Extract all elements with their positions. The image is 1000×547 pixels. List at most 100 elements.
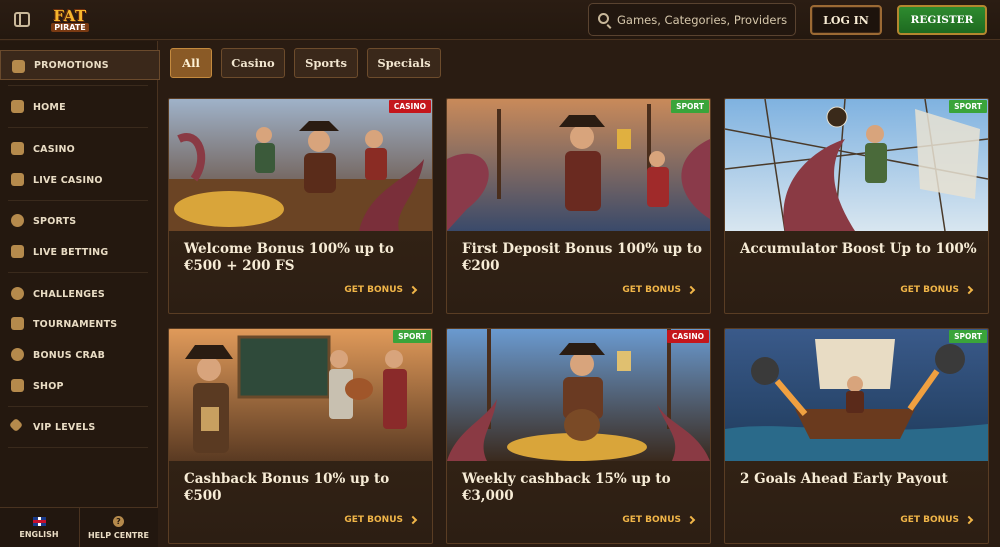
chevron-right-icon [408, 285, 418, 295]
get-bonus-link[interactable]: GET BONUS [900, 283, 974, 297]
promo-title: Cashback Bonus 10% up to €500 [184, 471, 390, 504]
live-card-icon [11, 173, 24, 186]
get-bonus-link[interactable]: GET BONUS [344, 283, 418, 297]
promo-title: First Deposit Bonus 100% up to €200 [462, 241, 703, 274]
get-bonus-label: GET BONUS [622, 515, 681, 525]
chevron-right-icon [686, 285, 696, 295]
sidebar-item-promotions[interactable]: PROMOTIONS [0, 50, 160, 80]
help-centre-label: HELP CENTRE [87, 531, 150, 540]
category-badge: SPORT [949, 100, 987, 113]
sidebar-item-label: PROMOTIONS [34, 59, 109, 71]
login-button[interactable]: LOG IN [810, 5, 882, 35]
register-button[interactable]: REGISTER [897, 5, 987, 35]
uk-flag-icon [32, 517, 46, 526]
promo-title: Accumulator Boost Up to 100% [740, 241, 977, 257]
slot-machine-icon [11, 142, 24, 155]
sidebar-item-challenges[interactable]: CHALLENGES [0, 279, 158, 309]
sidebar-item-label: VIP LEVELS [33, 421, 96, 433]
logo-text-bottom: PIRATE [51, 22, 89, 32]
help-icon: ? [113, 516, 124, 527]
promo-card[interactable]: CASINO Weekly cashback 15% up to €3,000 … [446, 328, 711, 544]
sidebar-item-label: LIVE BETTING [33, 246, 109, 258]
sidebar: PROMOTIONS HOME CASINO LIVE CASINO SPORT… [0, 41, 160, 547]
sidebar-divider [8, 200, 148, 201]
sidebar-item-shop[interactable]: SHOP [0, 371, 158, 401]
filter-specials[interactable]: Specials [367, 48, 441, 78]
search-input[interactable] [617, 10, 792, 30]
category-badge: SPORT [393, 330, 431, 343]
promo-image-first-deposit [447, 99, 710, 231]
promo-card[interactable]: SPORT First Deposit Bonus 100% up to €20… [446, 98, 711, 314]
promo-image-accumulator [725, 99, 988, 231]
help-centre-button[interactable]: ? HELP CENTRE [79, 508, 157, 547]
promo-image-welcome [169, 99, 432, 231]
sidebar-toggle-icon[interactable] [14, 12, 30, 27]
gift-icon [12, 60, 25, 73]
live-betting-icon [11, 245, 24, 258]
get-bonus-label: GET BONUS [900, 515, 959, 525]
sidebar-item-label: HOME [33, 101, 66, 113]
category-badge: SPORT [949, 330, 987, 343]
medal-icon [11, 287, 24, 300]
sidebar-divider [8, 406, 148, 407]
home-icon [11, 100, 24, 113]
category-badge: CASINO [388, 100, 431, 113]
trophy-icon [11, 317, 24, 330]
sidebar-item-vip-levels[interactable]: VIP LEVELS [0, 412, 158, 442]
filter-casino[interactable]: Casino [221, 48, 285, 78]
soccer-ball-icon [11, 214, 24, 227]
sidebar-divider [8, 272, 148, 273]
sidebar-divider [8, 85, 148, 86]
top-bar: FAT PIRATE LOG IN REGISTER [0, 0, 1000, 40]
language-label: ENGLISH [19, 530, 59, 539]
promo-card[interactable]: SPORT Cashback Bonus 10% up to €500 GET … [168, 328, 433, 544]
promo-title: Weekly cashback 15% up to €3,000 [462, 471, 671, 504]
filter-sports[interactable]: Sports [294, 48, 358, 78]
chevron-right-icon [964, 285, 974, 295]
promo-title: Welcome Bonus 100% up to €500 + 200 FS [184, 241, 394, 274]
chevron-right-icon [686, 515, 696, 525]
sidebar-item-label: CHALLENGES [33, 288, 105, 300]
site-logo[interactable]: FAT PIRATE [40, 6, 100, 34]
promo-card[interactable]: SPORT Accumulator Boost Up to 100% GET B… [724, 98, 989, 314]
promo-image-weekly-cashback [447, 329, 710, 461]
sidebar-item-label: SPORTS [33, 215, 77, 227]
chevron-right-icon [408, 515, 418, 525]
sidebar-item-live-betting[interactable]: LIVE BETTING [0, 237, 158, 267]
chevron-right-icon [964, 515, 974, 525]
diamond-icon [8, 417, 24, 433]
shop-bag-icon [11, 379, 24, 392]
sidebar-item-label: LIVE CASINO [33, 174, 103, 186]
promo-card[interactable]: SPORT 2 Goals Ahead Early Payout GET BON… [724, 328, 989, 544]
crab-icon [11, 348, 24, 361]
sidebar-item-home[interactable]: HOME [0, 92, 158, 122]
sidebar-footer: ENGLISH ? HELP CENTRE [0, 507, 158, 547]
sidebar-item-label: TOURNAMENTS [33, 318, 118, 330]
promo-image-cashback [169, 329, 432, 461]
get-bonus-label: GET BONUS [900, 285, 959, 295]
sidebar-item-label: SHOP [33, 380, 64, 392]
get-bonus-link[interactable]: GET BONUS [900, 513, 974, 527]
get-bonus-link[interactable]: GET BONUS [622, 513, 696, 527]
sidebar-item-casino[interactable]: CASINO [0, 134, 158, 164]
get-bonus-link[interactable]: GET BONUS [622, 283, 696, 297]
sidebar-item-sports[interactable]: SPORTS [0, 206, 158, 236]
promo-card[interactable]: CASINO Welcome Bonus 100% up to €500 + 2… [168, 98, 433, 314]
filter-all[interactable]: All [170, 48, 212, 78]
search-box[interactable] [588, 3, 796, 36]
sidebar-item-live-casino[interactable]: LIVE CASINO [0, 165, 158, 195]
get-bonus-label: GET BONUS [622, 285, 681, 295]
category-badge: SPORT [671, 100, 709, 113]
promo-image-goals-ahead [725, 329, 988, 461]
get-bonus-link[interactable]: GET BONUS [344, 513, 418, 527]
sidebar-item-label: BONUS CRAB [33, 349, 106, 361]
language-button[interactable]: ENGLISH [0, 508, 78, 547]
sidebar-divider [8, 447, 148, 448]
promo-title: 2 Goals Ahead Early Payout [740, 471, 948, 487]
get-bonus-label: GET BONUS [344, 515, 403, 525]
logo-text-top: FAT [53, 6, 87, 25]
category-badge: CASINO [666, 330, 709, 343]
sidebar-item-bonus-crab[interactable]: BONUS CRAB [0, 340, 158, 370]
sidebar-divider [8, 127, 148, 128]
sidebar-item-tournaments[interactable]: TOURNAMENTS [0, 309, 158, 339]
